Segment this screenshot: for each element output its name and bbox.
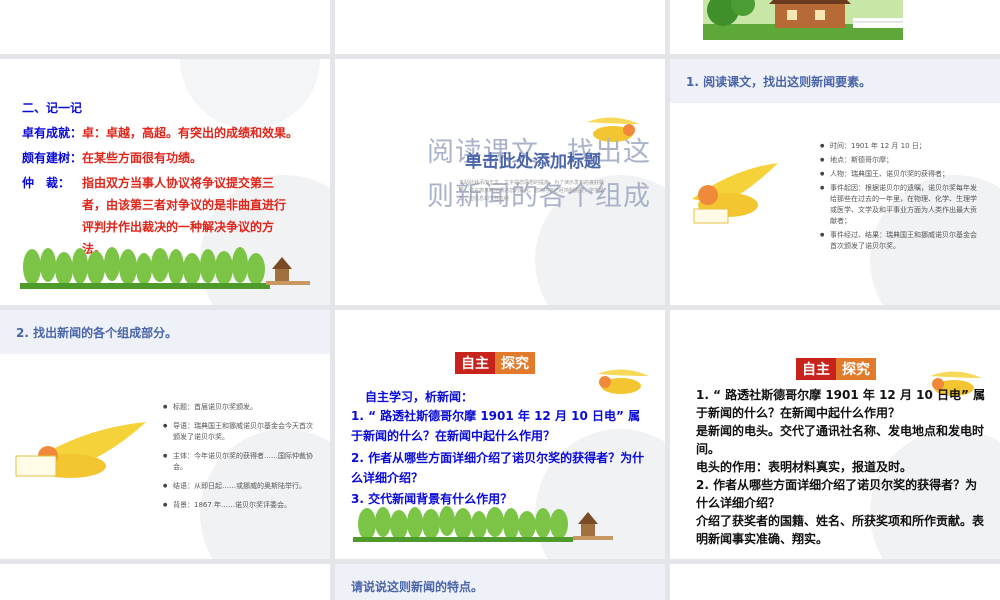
- slide11-title: 请说说这则新闻的特点。: [351, 580, 484, 594]
- element-bullet-list: 时间：1901 年 12 月 10 日； 地点：斯德哥尔摩； 人物：瑞典国王、诺…: [820, 141, 982, 255]
- news-parts-list: 标题：首届诺贝尔奖颁发。 导语：瑞典国王和挪威诺贝尔基金会今天首次颁发了诺贝尔奖…: [163, 402, 315, 514]
- slide5-small-text: 本站此处添加正文，文字是您思想的提炼，为了演示发布的良好效果，请言简意赅地阐述您…: [459, 180, 605, 202]
- list-item: 标题：首届诺贝尔奖颁发。: [163, 402, 315, 413]
- tag-part: 探究: [495, 352, 535, 374]
- list-item: 主体：今年诺贝尔奖的获得者……国际仲裁协会。: [163, 451, 315, 473]
- slide-1[interactable]: [0, 0, 330, 54]
- answer-1b: 电头的作用：表明材料真实，报道及时。: [696, 460, 913, 474]
- question-1: 1. “ 路透社斯德哥尔摩 1901 年 12 月 10 日电” 属于新闻的什么…: [696, 388, 986, 420]
- slide-header-band: 请说说这则新闻的特点。: [335, 564, 665, 600]
- slide5-click-title: 单击此处添加标题: [465, 152, 601, 172]
- slide-4[interactable]: 二、记一记 卓有成就：卓：卓越，高超。有突出的成绩和效果。 颇有建树：在某些方面…: [0, 59, 330, 305]
- vocab-term: 颇有建树：: [22, 151, 83, 165]
- slide5-big-title: 阅读课文，找出这则新闻的各个组成: [427, 137, 651, 212]
- slide-7[interactable]: 2. 找出新闻的各个组成部分。 标题：首届诺贝尔奖颁发。 导语：瑞典国王和挪威诺…: [0, 310, 330, 559]
- list-item: 导语：瑞典国王和挪威诺贝尔基金会今天首次颁发了诺贝尔奖。: [163, 421, 315, 443]
- list-item: 时间：1901 年 12 月 10 日；: [820, 141, 982, 152]
- slide8-intro: 自主学习，析新闻：: [365, 390, 474, 404]
- vocab-row: 卓有成就：卓：卓越，高超。有突出的成绩和效果。: [22, 124, 298, 141]
- question-1: 1. “ 路透社斯德哥尔摩 1901 年 12 月 10 日电” 属于新闻的什么…: [351, 409, 641, 443]
- vocab-term: 仲 裁：: [22, 176, 71, 190]
- answer-2: 介绍了获奖者的国籍、姓名、所获奖项和所作贡献。表明新闻事实准确、翔实。: [696, 514, 985, 546]
- answer-1: 是新闻的电头。交代了通讯社名称、发电地点和发电时间。: [696, 424, 985, 456]
- forest-illustration: [20, 247, 310, 289]
- answer-block: 1. “ 路透社斯德哥尔摩 1901 年 12 月 10 日电” 属于新闻的什么…: [696, 386, 988, 548]
- question-2: 2. 作者从哪些方面详细介绍了诺贝尔奖的获得者？为什么详细介绍？: [351, 451, 645, 485]
- tag-part: 探究: [836, 358, 876, 380]
- vocab-term: 卓有成就：: [22, 126, 83, 140]
- slide-header-band: 2. 找出新闻的各个组成部分。: [0, 310, 330, 354]
- house-illustration: [703, 0, 903, 40]
- list-item: 结语：从即日起……或挪威的奥斯陆举行。: [163, 481, 315, 492]
- vocab-row: 颇有建树：在某些方面很有功绩。: [22, 149, 202, 166]
- forest-illustration: [353, 506, 613, 542]
- list-item: 地点：斯德哥尔摩；: [820, 155, 982, 166]
- slide-12[interactable]: [670, 564, 1000, 600]
- list-item: 人物：瑞典国王、诺贝尔奖的获得者；: [820, 169, 982, 180]
- question-3: 3. 交代新闻背景有什么作用？: [351, 492, 513, 506]
- slide-header-band: 1. 阅读课文，找出这则新闻要素。: [670, 59, 1000, 103]
- slide-11[interactable]: 请说说这则新闻的特点。: [335, 564, 665, 600]
- question-2: 2. 作者从哪些方面详细介绍了诺贝尔奖的获得者？为什么详细介绍？: [696, 478, 978, 510]
- slide-deco: [180, 59, 320, 129]
- vocab-definition: 卓：卓越，高超。有突出的成绩和效果。: [82, 126, 299, 140]
- section-tag: 自主 探究: [796, 358, 876, 380]
- slide-3[interactable]: [670, 0, 1000, 54]
- slide6-title: 1. 阅读课文，找出这则新闻要素。: [686, 75, 872, 89]
- slide-6[interactable]: 1. 阅读课文，找出这则新闻要素。 时间：1901 年 12 月 10 日； 地…: [670, 59, 1000, 305]
- vocab-definition: 在某些方面很有功绩。: [82, 151, 203, 165]
- slide-9[interactable]: 自主 探究 1. “ 路透社斯德哥尔摩 1901 年 12 月 10 日电” 属于…: [670, 310, 1000, 559]
- tag-part: 自主: [796, 358, 836, 380]
- slide-2[interactable]: [335, 0, 665, 54]
- section-tag: 自主 探究: [455, 352, 535, 374]
- bird-illustration: [15, 422, 146, 478]
- bird-illustration: [597, 369, 649, 394]
- list-item: 背景：1867 年……诺贝尔奖评委会。: [163, 500, 315, 511]
- slide-8[interactable]: 自主 探究 自主学习，析新闻： 1. “ 路透社斯德哥尔摩 1901 年 12 月…: [335, 310, 665, 559]
- slide7-title: 2. 找出新闻的各个组成部分。: [16, 326, 178, 340]
- list-item: 事件经过、结果：瑞典国王和挪威诺贝尔基金会首次颁发了诺贝尔奖。: [820, 230, 982, 252]
- tag-part: 自主: [455, 352, 495, 374]
- list-item: 事件起因：根据诺贝尔的遗嘱，诺贝尔奖每年发给那些在过去的一年里，在物理、化学、生…: [820, 183, 982, 227]
- slide-10[interactable]: [0, 564, 330, 600]
- slide-5[interactable]: 阅读课文，找出这则新闻的各个组成 单击此处添加标题 本站此处添加正文，文字是您思…: [335, 59, 665, 305]
- bird-illustration: [692, 163, 778, 224]
- slide4-heading: 二、记一记: [22, 101, 83, 115]
